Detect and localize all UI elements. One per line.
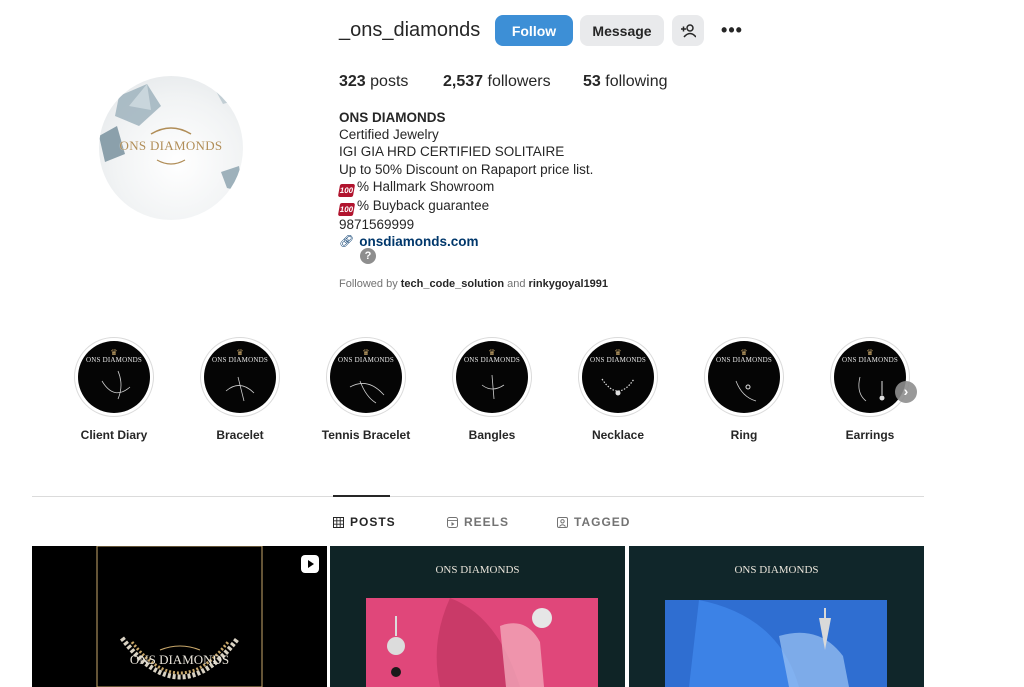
highlight-cover: ♛ ONS DIAMONDS [582,341,654,413]
post-tile[interactable]: ONS DIAMONDS [330,546,625,687]
tab-tagged-label: TAGGED [574,515,631,529]
highlight-sketch [481,374,505,400]
highlight-tennis-bracelet[interactable]: ♛ ONS DIAMONDS Tennis Bracelet [311,337,421,442]
help-icon[interactable]: ? [360,248,376,264]
highlight-cover: ♛ ONS DIAMONDS [204,341,276,413]
profile-avatar[interactable]: ONS DIAMONDS [99,76,243,220]
following-count[interactable]: 53 following [583,73,668,91]
grid-icon [333,516,344,528]
bio-hallmark-text: % Hallmark Showroom [357,178,495,194]
highlight-bangles[interactable]: ♛ ONS DIAMONDS Bangles [437,337,547,442]
highlight-label: Necklace [591,428,645,442]
highlight-necklace[interactable]: ♛ ONS DIAMONDS Necklace [563,337,673,442]
highlight-ring: ♛ ONS DIAMONDS [74,337,154,417]
reel-icon [301,555,319,573]
tab-posts[interactable]: POSTS [333,515,396,529]
more-dots-icon: ••• [721,20,743,40]
highlights-next-arrow[interactable]: › [895,381,917,403]
highlight-label: Bangles [468,428,516,442]
highlight-client-diary[interactable]: ♛ ONS DIAMONDS Client Diary [59,337,169,442]
highlight-sketch [858,376,885,402]
followed-by-user[interactable]: rinkygoyal1991 [529,278,609,290]
tab-reels-label: REELS [464,515,510,529]
post-brand-text: ONS DIAMONDS [129,652,230,667]
bio-name: ONS DIAMONDS [339,110,446,125]
link-icon: 🔗︎ [339,234,355,249]
highlight-ring[interactable]: ♛ ONS DIAMONDS Ring [689,337,799,442]
tab-reels[interactable]: REELS [447,515,509,529]
followed-by-conjunction: and [507,278,526,290]
bio-hallmark-line: 100% Hallmark Showroom [337,178,593,197]
highlight-sketch [101,370,131,400]
hundred-emoji-icon: 100 [337,183,356,197]
followed-by-user[interactable]: tech_code_solution [401,278,504,290]
posts-count-label: posts [370,73,409,90]
posts-count-value: 323 [339,73,366,90]
following-count-value: 53 [583,73,601,90]
hundred-emoji-icon: 100 [337,202,356,216]
highlight-ring-border: ♛ ONS DIAMONDS [704,337,784,417]
posts-count: 323 posts [339,73,408,91]
highlight-ring: ♛ ONS DIAMONDS [830,337,910,417]
bio-phone: 9871569999 [339,216,415,232]
highlight-label: Bracelet [216,428,264,442]
active-tab-indicator [333,495,390,497]
bio-line: IGI GIA HRD CERTIFIED SOLITAIRE [339,144,565,160]
highlight-bracelet[interactable]: ♛ ONS DIAMONDS Bracelet [185,337,295,442]
post-tile[interactable]: ONS DIAMONDS [32,546,327,687]
follow-button[interactable]: Follow [495,15,573,46]
highlight-cover: ♛ ONS DIAMONDS [708,341,780,413]
followed-by-text: Followed by tech_code_solution and rinky… [339,278,608,290]
more-options-button[interactable]: ••• [716,15,748,46]
followed-by-prefix: Followed by [339,278,398,290]
profile-username: _ons_diamonds [339,19,481,41]
highlight-sketch [225,376,255,402]
highlight-label: Ring [730,428,758,442]
highlight-ring: ♛ ONS DIAMONDS [200,337,280,417]
highlight-cover: ♛ ONS DIAMONDS [78,341,150,413]
highlight-ring: ♛ ONS DIAMONDS [326,337,406,417]
highlight-label: Earrings [845,428,895,442]
highlight-ring: ♛ ONS DIAMONDS [452,337,532,417]
highlight-sketch [735,380,757,402]
tab-posts-label: POSTS [350,515,396,529]
bio-line: Certified Jewelry [339,127,439,143]
highlight-cover: ♛ ONS DIAMONDS [456,341,528,413]
post-brand-text: ONS DIAMONDS [435,564,520,576]
highlight-label: Client Diary [80,428,148,442]
tagged-icon [557,516,568,528]
bio-buyback-text: % Buyback guarantee [357,197,490,213]
avatar-brand-text: ONS DIAMONDS [119,138,223,153]
profile-bio: ONS DIAMONDS Certified Jewelry IGI GIA H… [337,109,594,250]
followers-count[interactable]: 2,537 followers [443,73,551,91]
highlight-sketch [349,380,385,404]
followers-count-value: 2,537 [443,73,484,90]
suggested-users-button[interactable] [672,15,704,46]
highlight-cover: ♛ ONS DIAMONDS [834,341,906,413]
tabs-divider [32,496,924,497]
post-tile[interactable]: ONS DIAMONDS [629,546,924,687]
reels-icon [447,516,458,528]
bio-line: Up to 50% Discount on Rapaport price lis… [339,161,594,177]
highlight-label: Tennis Bracelet [321,428,411,442]
tab-tagged[interactable]: TAGGED [557,515,630,529]
bio-website-link[interactable]: 🔗︎ onsdiamonds.com [339,233,593,250]
message-button[interactable]: Message [580,15,664,46]
following-count-label: following [605,73,668,90]
bio-website-text[interactable]: onsdiamonds.com [359,233,478,250]
post-brand-text: ONS DIAMONDS [734,564,819,576]
bio-buyback-line: 100% Buyback guarantee [337,197,593,216]
highlight-ring: ♛ ONS DIAMONDS [578,337,658,417]
add-person-icon [681,23,696,38]
highlight-cover: ♛ ONS DIAMONDS [330,341,402,413]
followers-count-label: followers [487,73,551,90]
highlight-sketch [601,378,635,396]
